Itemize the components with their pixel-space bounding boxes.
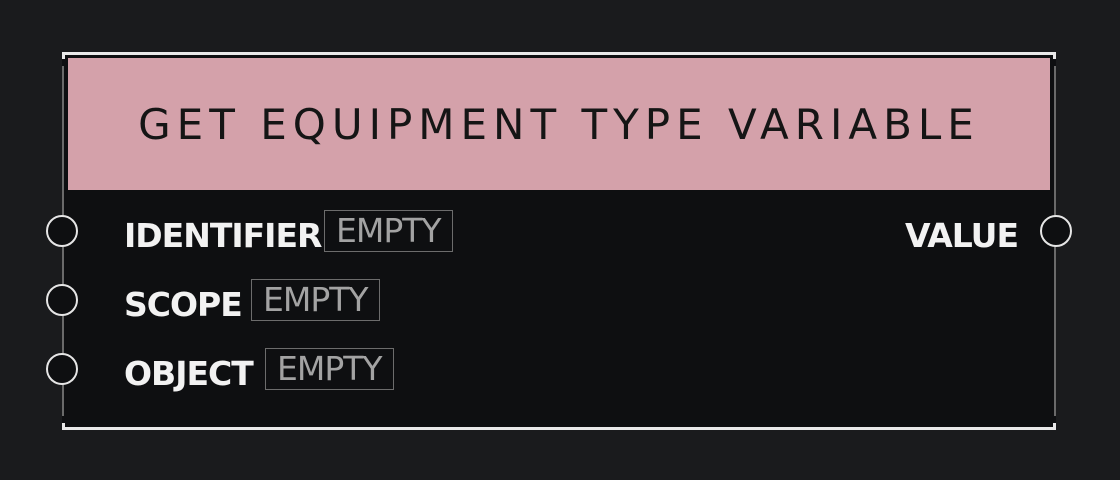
node-frame-corner (62, 52, 65, 59)
node-frame-corner (1053, 423, 1056, 430)
node-frame-bottom (62, 427, 1056, 430)
node-title: GET EQUIPMENT TYPE VARIABLE (138, 99, 980, 149)
node-frame-corner (62, 423, 65, 430)
input-label-identifier: IDENTIFIER (124, 216, 322, 255)
input-value-identifier[interactable]: EMPTY (324, 210, 453, 252)
output-port-value[interactable] (1040, 215, 1072, 247)
input-port-object[interactable] (46, 353, 78, 385)
input-label-object: OBJECT (124, 354, 254, 393)
node-frame-top (62, 52, 1056, 55)
node-header[interactable]: GET EQUIPMENT TYPE VARIABLE (68, 58, 1050, 190)
get-equipment-type-variable-node[interactable]: GET EQUIPMENT TYPE VARIABLE IDENTIFIER E… (46, 52, 1072, 430)
input-port-scope[interactable] (46, 284, 78, 316)
node-frame-corner (1053, 52, 1056, 59)
output-label-value: VALUE (904, 216, 1019, 255)
input-label-scope: SCOPE (124, 285, 243, 324)
input-value-scope[interactable]: EMPTY (251, 279, 380, 321)
input-value-object[interactable]: EMPTY (265, 348, 394, 390)
input-port-identifier[interactable] (46, 215, 78, 247)
